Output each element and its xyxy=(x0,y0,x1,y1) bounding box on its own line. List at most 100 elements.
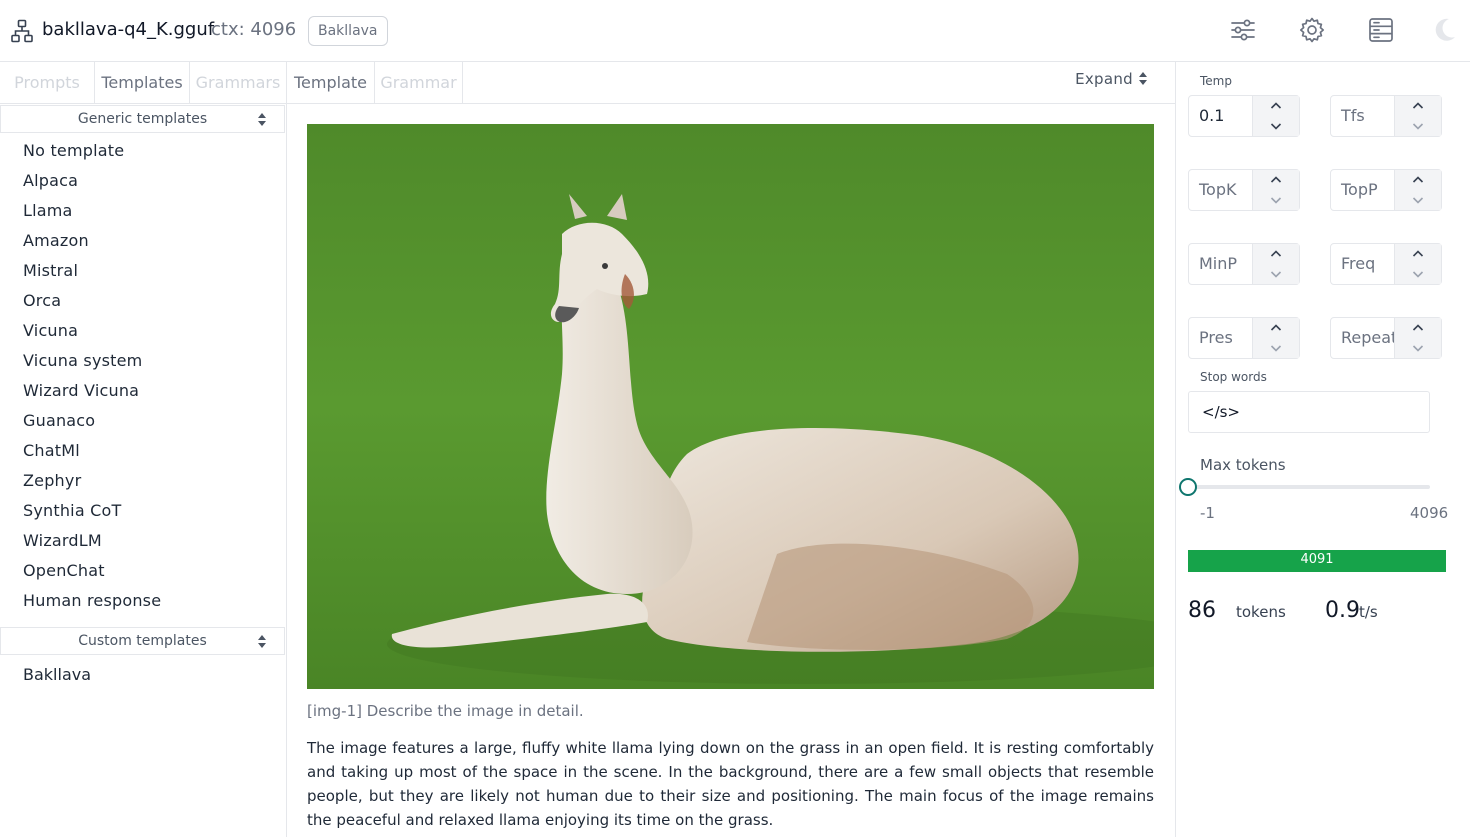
freq-stepper: Freq xyxy=(1330,243,1442,285)
custom-template-item[interactable]: Bakllava xyxy=(23,660,91,690)
template-item[interactable]: Guanaco xyxy=(23,406,161,436)
minp-increment[interactable] xyxy=(1253,244,1299,264)
max-tokens-slider[interactable] xyxy=(1188,485,1430,489)
freq-increment[interactable] xyxy=(1395,244,1441,264)
chevron-up-icon xyxy=(1270,176,1282,183)
tab-templates[interactable]: Templates xyxy=(94,62,190,104)
chevron-up-icon xyxy=(1270,102,1282,109)
topp-increment[interactable] xyxy=(1395,170,1441,190)
template-item[interactable]: Wizard Vicuna xyxy=(23,376,161,406)
sort-arrows-icon xyxy=(258,113,266,126)
context-progress: 4091 xyxy=(1188,550,1446,572)
generic-template-list: No template Alpaca Llama Amazon Mistral … xyxy=(23,136,161,616)
topk-stepper: TopK xyxy=(1188,169,1300,211)
template-item[interactable]: ChatMl xyxy=(23,436,161,466)
tab-prompts[interactable]: Prompts xyxy=(0,62,95,104)
tfs-stepper: Tfs xyxy=(1330,95,1442,137)
custom-template-list: Bakllava xyxy=(23,660,91,690)
repeat-decrement[interactable] xyxy=(1395,338,1441,358)
slider-max-label: 4096 xyxy=(1410,504,1449,522)
sort-arrows-icon xyxy=(1139,72,1147,85)
pres-increment[interactable] xyxy=(1253,318,1299,338)
template-item[interactable]: Human response xyxy=(23,586,161,616)
tfs-decrement[interactable] xyxy=(1395,116,1441,136)
repeat-stepper: Repeat xyxy=(1330,317,1442,359)
repeat-spin xyxy=(1395,318,1441,358)
temp-label: Temp xyxy=(1200,74,1232,88)
custom-templates-select[interactable]: Custom templates xyxy=(0,627,285,655)
tfs-spin xyxy=(1395,96,1441,136)
settings-button[interactable] xyxy=(1298,16,1326,44)
minp-input[interactable]: MinP xyxy=(1189,244,1253,284)
left-panel: Prompts Templates Grammars Generic templ… xyxy=(0,62,287,837)
chevron-up-icon xyxy=(1270,324,1282,331)
chevron-down-icon xyxy=(1412,271,1424,278)
repeat-input[interactable]: Repeat xyxy=(1331,318,1395,358)
params-button[interactable] xyxy=(1229,16,1257,44)
template-item[interactable]: Vicuna system xyxy=(23,346,161,376)
token-unit: tokens xyxy=(1236,603,1286,621)
temp-decrement[interactable] xyxy=(1253,116,1299,136)
template-item[interactable]: Vicuna xyxy=(23,316,161,346)
temp-spin xyxy=(1253,96,1299,136)
model-response: The image features a large, fluffy white… xyxy=(307,739,1154,829)
template-item[interactable]: OpenChat xyxy=(23,556,161,586)
template-item[interactable]: Amazon xyxy=(23,226,161,256)
template-item[interactable]: WizardLM xyxy=(23,526,161,556)
sort-arrows-icon xyxy=(258,635,266,648)
template-item[interactable]: Alpaca xyxy=(23,166,161,196)
network-icon xyxy=(11,19,33,43)
params-panel: Temp 0.1 Tfs TopK TopP MinP Freq Pres Re… xyxy=(1175,62,1470,837)
tab-grammars[interactable]: Grammars xyxy=(190,62,287,104)
topp-decrement[interactable] xyxy=(1395,190,1441,210)
minp-decrement[interactable] xyxy=(1253,264,1299,284)
temp-input[interactable]: 0.1 xyxy=(1189,96,1253,136)
repeat-increment[interactable] xyxy=(1395,318,1441,338)
freq-decrement[interactable] xyxy=(1395,264,1441,284)
chevron-down-icon xyxy=(1270,345,1282,352)
max-tokens-thumb[interactable] xyxy=(1179,478,1197,496)
chevron-down-icon xyxy=(1412,345,1424,352)
topk-increment[interactable] xyxy=(1253,170,1299,190)
template-item[interactable]: No template xyxy=(23,136,161,166)
chevron-down-icon xyxy=(1270,197,1282,204)
pres-input[interactable]: Pres xyxy=(1189,318,1253,358)
model-name: bakllava-q4_K.gguf xyxy=(42,19,215,40)
topp-spin xyxy=(1395,170,1441,210)
topk-spin xyxy=(1253,170,1299,210)
template-item[interactable]: Orca xyxy=(23,286,161,316)
minp-stepper: MinP xyxy=(1188,243,1300,285)
llama-photo[interactable] xyxy=(307,124,1154,689)
pres-spin xyxy=(1253,318,1299,358)
topp-input[interactable]: TopP xyxy=(1331,170,1395,210)
template-item[interactable]: Llama xyxy=(23,196,161,226)
chevron-down-icon xyxy=(1270,123,1282,130)
custom-templates-label: Custom templates xyxy=(78,633,207,649)
slider-min-label: -1 xyxy=(1200,504,1215,522)
template-item[interactable]: Zephyr xyxy=(23,466,161,496)
chat-panel: Template Grammar Expand [img-1] Describe… xyxy=(287,62,1175,837)
chevron-down-icon xyxy=(1412,123,1424,130)
context-size: ctx: 4096 xyxy=(211,19,297,40)
tfs-increment[interactable] xyxy=(1395,96,1441,116)
chevron-up-icon xyxy=(1412,176,1424,183)
stop-words-input[interactable]: </s> xyxy=(1188,391,1430,433)
template-item[interactable]: Mistral xyxy=(23,256,161,286)
temp-increment[interactable] xyxy=(1253,96,1299,116)
topk-decrement[interactable] xyxy=(1253,190,1299,210)
chevron-up-icon xyxy=(1270,250,1282,257)
freq-input[interactable]: Freq xyxy=(1331,244,1395,284)
theme-toggle[interactable] xyxy=(1430,16,1458,44)
template-item[interactable]: Synthia CoT xyxy=(23,496,161,526)
topk-input[interactable]: TopK xyxy=(1189,170,1253,210)
generic-templates-select[interactable]: Generic templates xyxy=(0,105,285,133)
token-count: 86 xyxy=(1188,598,1216,623)
tfs-input[interactable]: Tfs xyxy=(1331,96,1395,136)
tab-grammar[interactable]: Grammar xyxy=(375,62,463,104)
tab-template[interactable]: Template xyxy=(287,62,375,104)
chevron-up-icon xyxy=(1412,250,1424,257)
expand-select[interactable]: Expand xyxy=(1075,62,1147,96)
chevron-up-icon xyxy=(1412,324,1424,331)
server-button[interactable] xyxy=(1367,16,1395,44)
pres-decrement[interactable] xyxy=(1253,338,1299,358)
